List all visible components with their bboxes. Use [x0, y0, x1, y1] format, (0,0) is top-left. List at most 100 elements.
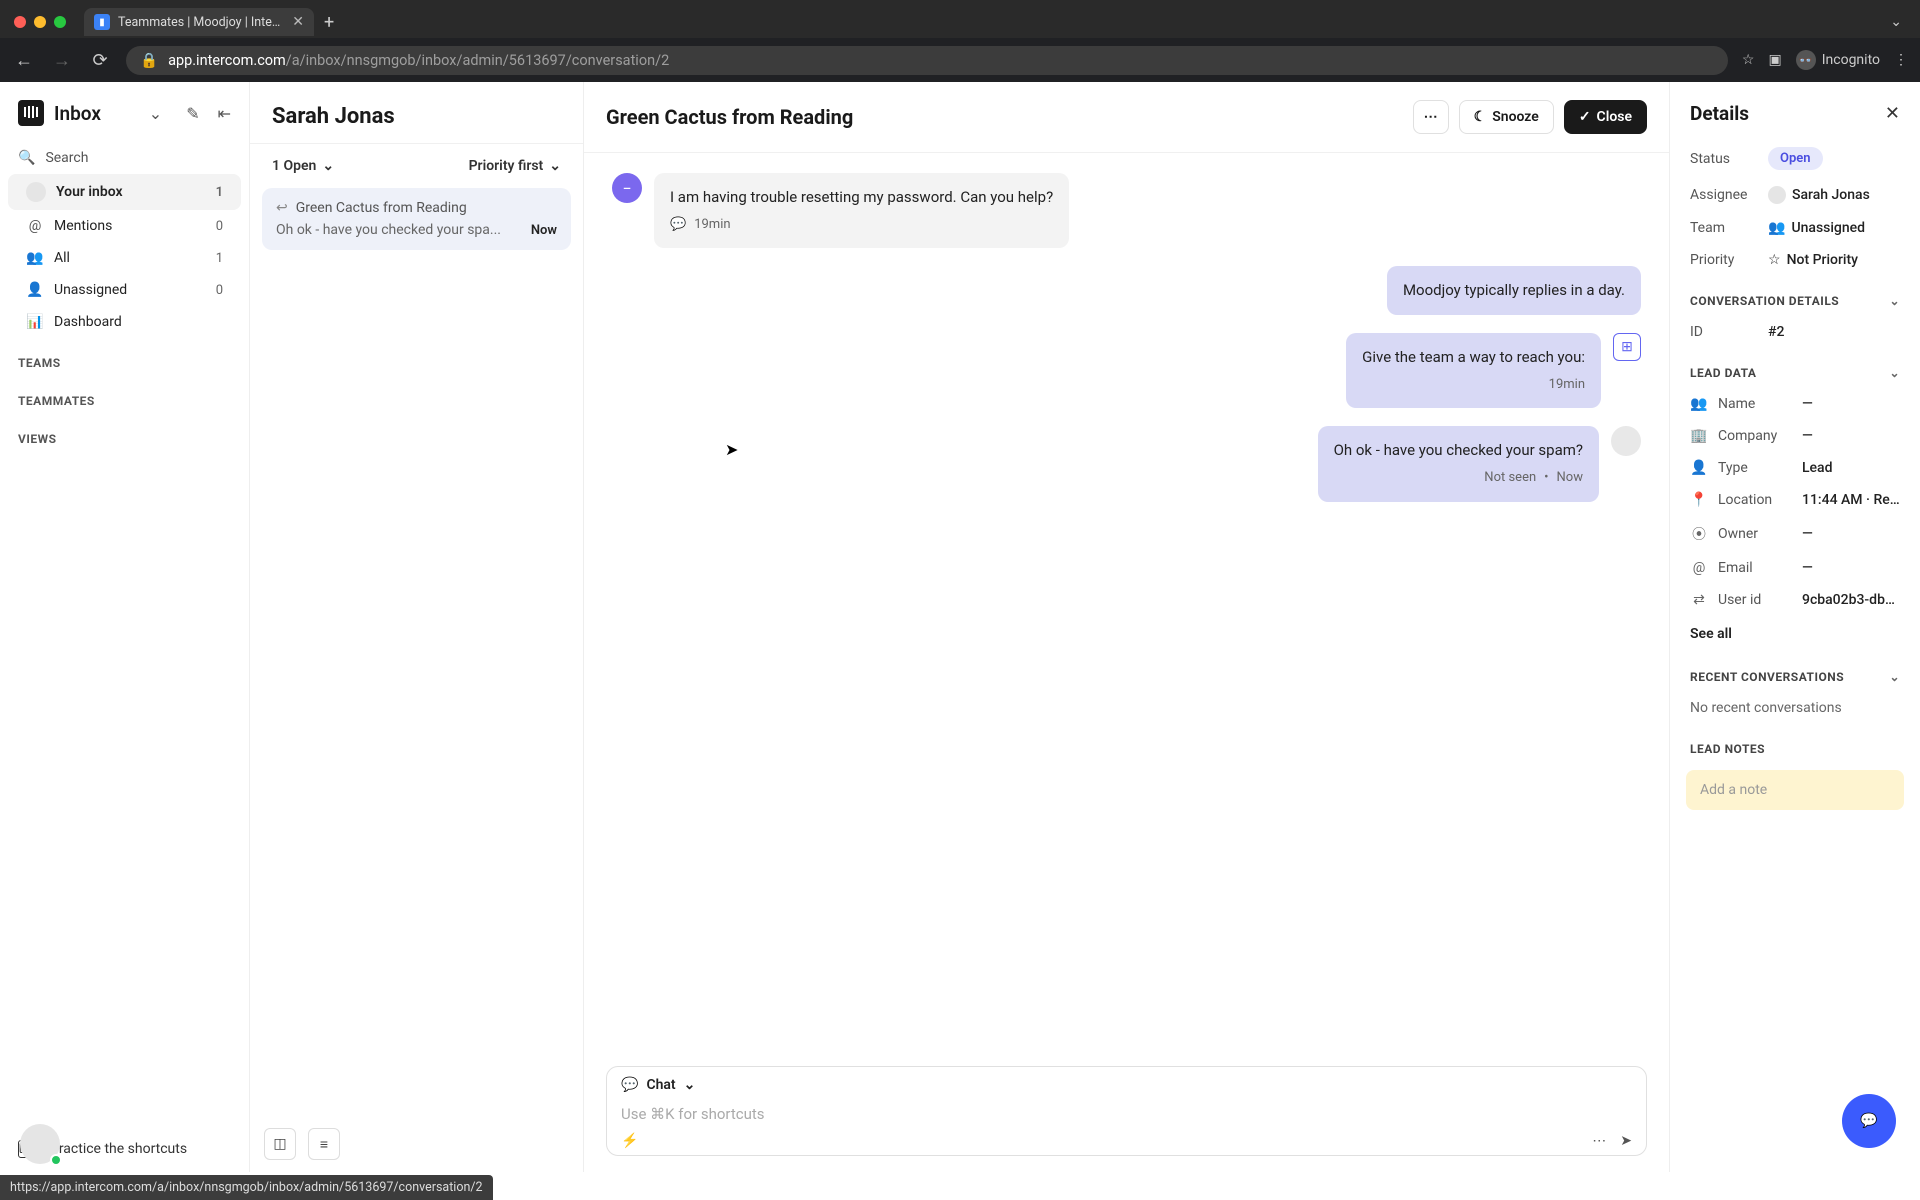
lead-company-value[interactable]: —: [1802, 428, 1900, 444]
reload-button[interactable]: ⟳: [88, 50, 112, 71]
more-icon: ⋯: [1424, 109, 1438, 125]
lead-name-value[interactable]: —: [1802, 396, 1900, 412]
incognito-indicator[interactable]: 👓 Incognito: [1796, 50, 1880, 70]
conversation-time: Now: [531, 223, 557, 238]
conversation-preview: Oh ok - have you checked your spa...: [276, 222, 523, 238]
composer-input[interactable]: Use ⌘K for shortcuts: [621, 1101, 1632, 1133]
messenger-icon: 💬: [1860, 1113, 1877, 1129]
tab-bar: ▮ Teammates | Moodjoy | Interco ✕ + ⌄: [0, 0, 1920, 38]
sidebar-item-dashboard[interactable]: 📊 Dashboard: [8, 306, 241, 338]
lead-notes-section[interactable]: LEAD NOTES: [1670, 724, 1920, 764]
lead-data-section[interactable]: LEAD DATA⌄: [1670, 348, 1920, 388]
extensions-icon[interactable]: ▣: [1768, 52, 1781, 68]
message-outgoing: Oh ok - have you checked your spam? Not …: [1318, 426, 1599, 501]
lead-type-label: Type: [1718, 460, 1792, 476]
composer[interactable]: 💬 Chat ⌄ Use ⌘K for shortcuts ⚡ ⋯ ➤: [606, 1066, 1647, 1156]
sidebar-item-your-inbox[interactable]: Your inbox 1: [8, 174, 241, 210]
lead-userid-value[interactable]: 9cba02b3-dbd...: [1802, 592, 1900, 608]
status-badge[interactable]: Open: [1768, 147, 1823, 170]
sidebar-section-views[interactable]: VIEWS: [0, 414, 249, 452]
composer-mode-button[interactable]: 💬 Chat ⌄: [621, 1077, 1632, 1093]
priority-value[interactable]: ☆Not Priority: [1768, 252, 1858, 268]
details-column: Details ✕ Status Open Assignee Sarah Jon…: [1670, 82, 1920, 1172]
team-label: Team: [1690, 220, 1768, 236]
sidebar-item-unassigned[interactable]: 👤 Unassigned 0: [8, 274, 241, 306]
chat-icon: 💬: [670, 216, 686, 234]
people-icon: 👥: [1690, 396, 1708, 412]
lead-name-label: Name: [1718, 396, 1792, 412]
message-time: 19min: [1549, 376, 1585, 394]
lead-location-label: Location: [1718, 492, 1792, 508]
lead-type-value[interactable]: Lead: [1802, 460, 1900, 476]
messenger-fab[interactable]: 💬: [1842, 1094, 1896, 1148]
see-all-button[interactable]: See all: [1670, 616, 1920, 652]
favicon-icon: ▮: [94, 14, 110, 30]
sidebar-section-teammates[interactable]: TEAMMATES: [0, 376, 249, 414]
window-controls: [14, 16, 66, 28]
menu-icon[interactable]: ⋮: [1894, 52, 1908, 68]
collapse-sidebar-icon[interactable]: ⇤: [218, 104, 231, 123]
message-outgoing: Moodjoy typically replies in a day.: [1387, 266, 1641, 315]
close-label: Close: [1597, 109, 1632, 125]
sidebar-item-label: Your inbox: [56, 184, 123, 200]
sidebar-item-label: Mentions: [54, 218, 112, 234]
composer-mode-label: Chat: [646, 1077, 675, 1093]
chevron-down-icon: ⌄: [549, 158, 561, 174]
pin-icon: 📍: [1690, 492, 1708, 508]
assignee-value[interactable]: Sarah Jonas: [1768, 186, 1870, 204]
snooze-button[interactable]: ☾Snooze: [1459, 100, 1554, 134]
intercom-logo-icon[interactable]: [18, 100, 44, 126]
avatar-icon: [1768, 186, 1786, 204]
macros-icon[interactable]: ⚡: [621, 1133, 638, 1149]
messages: − I am having trouble resetting my passw…: [584, 153, 1669, 1050]
layout-list-button[interactable]: ≡: [308, 1128, 340, 1160]
browser-status-bar: https://app.intercom.com/a/inbox/nnsgmgo…: [0, 1175, 493, 1200]
current-user-avatar[interactable]: [20, 1124, 60, 1164]
sidebar-item-count: 1: [216, 251, 223, 266]
sidebar-item-all[interactable]: 👥 All 1: [8, 242, 241, 274]
sidebar-section-teams[interactable]: TEAMS: [0, 338, 249, 376]
more-icon[interactable]: ⋯: [1592, 1133, 1606, 1149]
search-label: Search: [45, 150, 88, 166]
target-icon: ⦿: [1690, 524, 1708, 544]
bookmark-icon[interactable]: ☆: [1742, 52, 1755, 68]
lead-owner-value[interactable]: —: [1802, 526, 1900, 542]
lead-email-value[interactable]: —: [1802, 560, 1900, 576]
id-value: #2: [1768, 324, 1784, 340]
sort-button[interactable]: Priority first ⌄: [469, 158, 561, 174]
message-text: Moodjoy typically replies in a day.: [1403, 280, 1625, 301]
url-field[interactable]: 🔒 app.intercom.com/a/inbox/nnsgmgob/inbo…: [126, 46, 1728, 75]
close-details-button[interactable]: ✕: [1885, 103, 1900, 124]
note-input[interactable]: Add a note: [1686, 770, 1904, 810]
conversation-card[interactable]: ↩ Green Cactus from Reading Oh ok - have…: [262, 188, 571, 250]
message-time: 19min: [694, 216, 730, 234]
at-icon: @: [1690, 560, 1708, 576]
inbox-owner-name: Sarah Jonas: [272, 104, 561, 129]
conversation-details-section[interactable]: CONVERSATION DETAILS⌄: [1670, 276, 1920, 316]
search-row[interactable]: 🔍 Search: [0, 142, 249, 174]
close-window-icon[interactable]: [14, 16, 26, 28]
check-icon: ✓: [1579, 109, 1591, 125]
back-button[interactable]: ←: [12, 50, 36, 71]
conversation-contact-name: Green Cactus from Reading: [296, 200, 467, 216]
recent-conversations-section[interactable]: RECENT CONVERSATIONS⌄: [1670, 652, 1920, 692]
maximize-window-icon[interactable]: [54, 16, 66, 28]
sidebar-item-mentions[interactable]: @ Mentions 0: [8, 210, 241, 242]
browser-tab[interactable]: ▮ Teammates | Moodjoy | Interco ✕: [84, 8, 314, 36]
layout-split-button[interactable]: ◫: [264, 1128, 296, 1160]
conversation-more-button[interactable]: ⋯: [1413, 100, 1449, 134]
send-icon[interactable]: ➤: [1620, 1133, 1632, 1149]
new-tab-button[interactable]: +: [324, 12, 334, 33]
team-value[interactable]: 👥Unassigned: [1768, 220, 1865, 236]
open-filter-button[interactable]: 1 Open ⌄: [272, 158, 334, 174]
chevron-down-icon[interactable]: ⌄: [149, 104, 162, 123]
chevron-down-icon: ⌄: [322, 158, 334, 174]
tab-close-icon[interactable]: ✕: [292, 14, 304, 30]
tabs-dropdown-icon[interactable]: ⌄: [1890, 14, 1902, 30]
lead-location-value[interactable]: 11:44 AM · Rea...: [1802, 492, 1900, 508]
compose-icon[interactable]: ✎: [186, 104, 199, 123]
close-button[interactable]: ✓ Close: [1564, 100, 1647, 134]
chevron-down-icon: ⌄: [684, 1077, 696, 1093]
app: Inbox ⌄ ✎ ⇤ 🔍 Search Your inbox 1 @ Ment…: [0, 82, 1920, 1172]
minimize-window-icon[interactable]: [34, 16, 46, 28]
